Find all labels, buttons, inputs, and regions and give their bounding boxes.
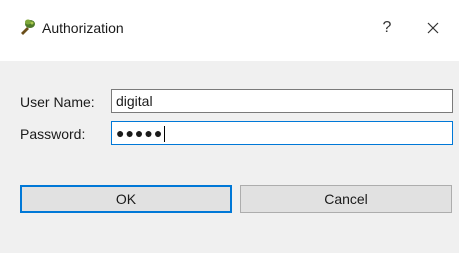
close-icon [419, 22, 447, 46]
app-icon [18, 18, 36, 36]
cancel-button[interactable]: Cancel [240, 185, 452, 213]
title-bar: Authorization ? [0, 0, 459, 61]
password-label: Password: [20, 126, 86, 142]
authorization-dialog: Authorization ? User Name: digital Passw… [0, 0, 459, 253]
text-caret [164, 126, 166, 143]
close-button[interactable] [419, 14, 447, 42]
username-value: digital [116, 93, 153, 109]
password-masked-value: ●●●●● [116, 125, 164, 141]
password-field[interactable]: ●●●●● [111, 121, 453, 145]
username-label: User Name: [20, 94, 95, 110]
window-title: Authorization [42, 20, 124, 36]
help-button[interactable]: ? [373, 14, 401, 42]
ok-button[interactable]: OK [20, 185, 232, 213]
username-field[interactable]: digital [111, 89, 453, 113]
